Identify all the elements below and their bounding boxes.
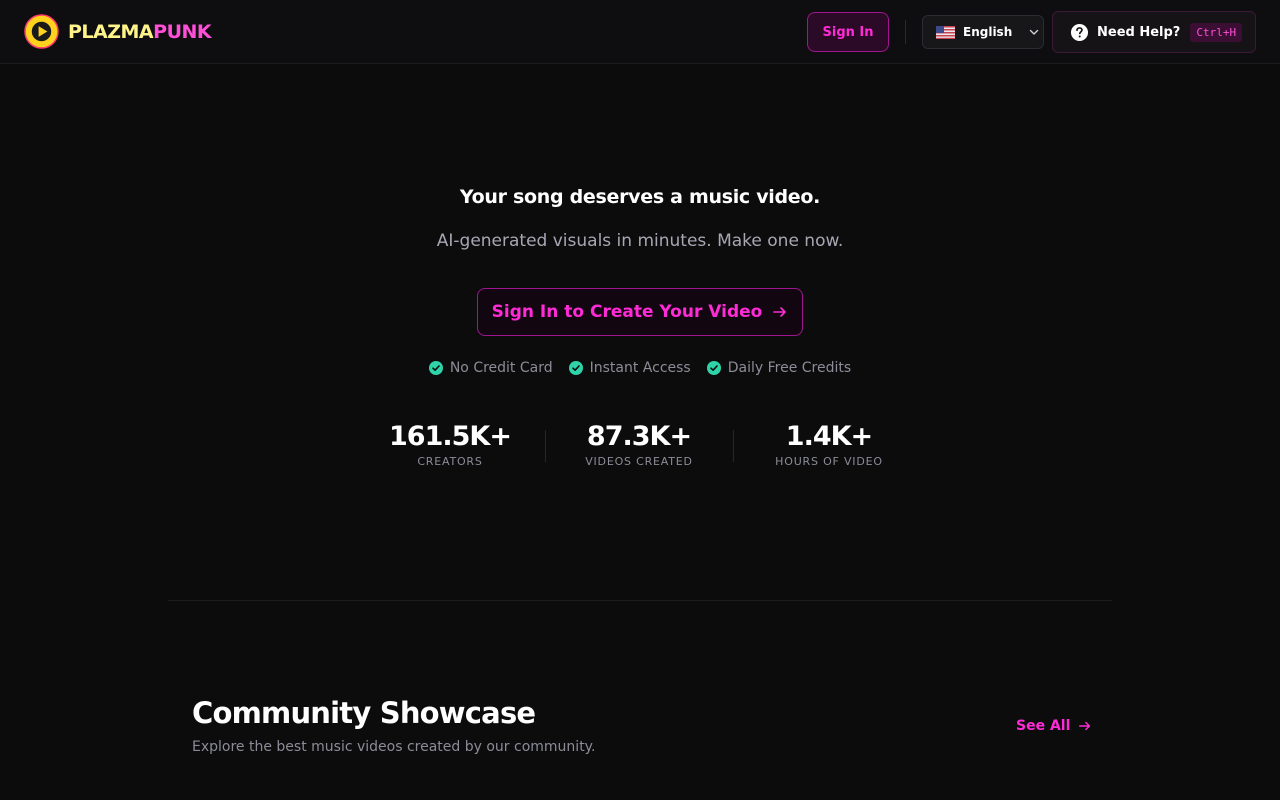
top-header: PLAZMAPUNK Sign In English Need Help? Ct… — [0, 0, 1280, 64]
logo-text-part1: PLAZMA — [68, 20, 154, 43]
stats-row: 161.5K+ CREATORS 87.3K+ VIDEOS CREATED 1… — [0, 420, 1280, 480]
sign-in-button[interactable]: Sign In — [807, 12, 889, 52]
check-circle-icon — [706, 361, 721, 375]
hero-subtitle: AI-generated visuals in minutes. Make on… — [436, 231, 844, 251]
need-help-button[interactable]: Need Help? Ctrl+H — [1052, 11, 1256, 53]
stat-label: HOURS OF VIDEO — [775, 455, 883, 468]
benefit-label: Instant Access — [589, 360, 691, 376]
stat-hours-of-video: 1.4K+ HOURS OF VIDEO — [759, 420, 899, 468]
need-help-label: Need Help? — [1097, 24, 1181, 40]
benefit-label: Daily Free Credits — [727, 360, 852, 376]
logo-text: PLAZMAPUNK — [68, 20, 212, 43]
see-all-label: See All — [1016, 718, 1071, 734]
showcase-title: Community Showcase — [192, 696, 536, 730]
chevron-down-icon — [1030, 29, 1039, 35]
arrow-right-icon — [1079, 721, 1091, 731]
benefits-list: No Credit Card Instant Access Daily Free… — [0, 360, 1280, 376]
stat-value: 161.5K+ — [389, 421, 512, 452]
section-divider — [168, 600, 1112, 601]
help-shortcut-badge: Ctrl+H — [1190, 22, 1243, 42]
header-divider — [905, 20, 906, 44]
logo-text-part2: PUNK — [153, 20, 212, 43]
question-circle-icon — [1070, 23, 1089, 41]
benefit-item: No Credit Card — [428, 360, 553, 376]
arrow-right-icon — [773, 307, 787, 317]
us-flag-icon — [936, 25, 955, 39]
see-all-link[interactable]: See All — [1016, 718, 1092, 734]
showcase-subtitle: Explore the best music videos created by… — [192, 739, 596, 755]
stat-creators: 161.5K+ CREATORS — [380, 420, 520, 468]
play-logo-icon — [24, 14, 59, 49]
stat-videos-created: 87.3K+ VIDEOS CREATED — [569, 420, 709, 468]
stat-divider — [545, 430, 546, 462]
language-label: English — [963, 25, 1013, 39]
benefit-item: Daily Free Credits — [706, 360, 852, 376]
stat-label: VIDEOS CREATED — [585, 455, 693, 468]
create-video-cta-button[interactable]: Sign In to Create Your Video — [477, 288, 803, 336]
cta-label: Sign In to Create Your Video — [491, 302, 763, 322]
check-circle-icon — [568, 361, 583, 375]
benefit-label: No Credit Card — [449, 360, 553, 376]
stat-value: 1.4K+ — [785, 421, 873, 452]
stat-label: CREATORS — [417, 455, 483, 468]
stat-value: 87.3K+ — [586, 421, 692, 452]
sign-in-label: Sign In — [822, 24, 874, 40]
language-selector[interactable]: English — [922, 15, 1044, 49]
logo[interactable]: PLAZMAPUNK — [24, 14, 212, 49]
check-circle-icon — [428, 361, 443, 375]
stat-divider — [733, 430, 734, 462]
hero-title: Your song deserves a music video. — [459, 186, 821, 208]
benefit-item: Instant Access — [568, 360, 691, 376]
